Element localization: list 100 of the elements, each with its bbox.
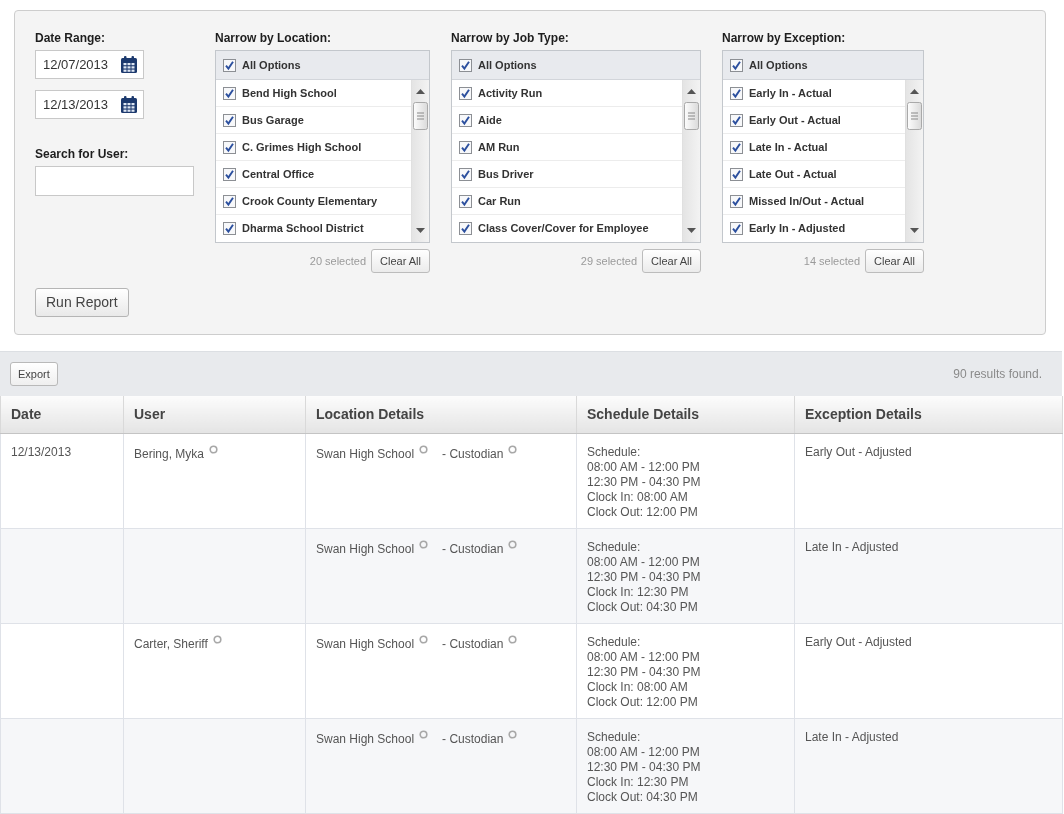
checkbox[interactable] bbox=[730, 140, 743, 154]
exception-cell: Early Out - Adjusted bbox=[794, 433, 1063, 528]
checkbox[interactable] bbox=[730, 167, 743, 181]
option-label[interactable]: Aide bbox=[478, 111, 502, 129]
checkbox[interactable] bbox=[730, 194, 743, 208]
exception-cell: Late In - Adjusted bbox=[794, 528, 1063, 623]
checkbox[interactable] bbox=[730, 222, 743, 235]
option-label[interactable]: Bend High School bbox=[242, 84, 337, 102]
selected-count: 14 selected bbox=[803, 253, 861, 269]
option-label[interactable]: Class Cover/Cover for Employee bbox=[478, 220, 649, 237]
column-header: Schedule Details bbox=[576, 396, 795, 433]
date-input[interactable]: 12/13/2013 bbox=[43, 94, 117, 115]
schedule-line: 08:00 AM - 12:00 PM bbox=[587, 649, 700, 665]
checkbox[interactable] bbox=[223, 167, 236, 181]
user-search-field[interactable] bbox=[35, 166, 194, 196]
selected-count: 20 selected bbox=[309, 253, 367, 269]
scrollbar-thumb[interactable] bbox=[907, 102, 922, 130]
scrollbar-thumb[interactable] bbox=[684, 102, 699, 130]
option-label[interactable]: Bus Driver bbox=[478, 165, 534, 183]
date-cell: 12/13/2013 bbox=[0, 433, 124, 528]
location-name: Swan High School bbox=[316, 731, 415, 746]
schedule-line: Clock In: 08:00 AM bbox=[587, 679, 688, 695]
scroll-down-arrow-icon[interactable] bbox=[910, 228, 919, 233]
scrollbar-track[interactable] bbox=[905, 80, 923, 242]
checkbox[interactable] bbox=[730, 58, 743, 72]
checkbox[interactable] bbox=[459, 113, 472, 127]
checkbox[interactable] bbox=[223, 113, 236, 127]
option-label[interactable]: Crook County Elementary bbox=[242, 192, 378, 210]
schedule-line: Schedule: bbox=[587, 634, 641, 650]
scroll-up-arrow-icon[interactable] bbox=[416, 89, 425, 94]
date-range-label: Date Range: bbox=[35, 30, 105, 46]
scrollbar-track[interactable] bbox=[682, 80, 700, 242]
calendar-icon[interactable] bbox=[121, 56, 137, 73]
option-label[interactable]: Early Out - Actual bbox=[749, 111, 841, 129]
schedule-line: 12:30 PM - 04:30 PM bbox=[587, 569, 701, 585]
option-label[interactable]: All Options bbox=[749, 56, 808, 74]
checkbox[interactable] bbox=[459, 194, 472, 208]
user-name: Bering, Myka bbox=[134, 446, 205, 461]
schedule-line: 08:00 AM - 12:00 PM bbox=[587, 554, 700, 570]
option-label[interactable]: Early In - Actual bbox=[749, 84, 832, 102]
clear-all-button[interactable]: Clear All bbox=[371, 249, 430, 273]
checkbox[interactable] bbox=[223, 58, 236, 72]
date-field[interactable]: 12/13/2013 bbox=[35, 90, 144, 119]
scroll-up-arrow-icon[interactable] bbox=[687, 89, 696, 94]
checkbox[interactable] bbox=[223, 86, 236, 100]
option-label[interactable]: Bus Garage bbox=[242, 111, 304, 129]
checkbox[interactable] bbox=[223, 194, 236, 208]
column-header: Exception Details bbox=[794, 396, 1063, 433]
option-label[interactable]: Activity Run bbox=[478, 84, 543, 102]
schedule-line: Schedule: bbox=[587, 539, 641, 555]
checkbox[interactable] bbox=[459, 86, 472, 100]
schedule-line: Clock Out: 12:00 PM bbox=[587, 504, 698, 520]
option-label[interactable]: AM Run bbox=[478, 138, 520, 156]
checkbox[interactable] bbox=[223, 140, 236, 154]
schedule-line: 08:00 AM - 12:00 PM bbox=[587, 459, 700, 475]
column-header: Location Details bbox=[305, 396, 577, 433]
location-name: Swan High School bbox=[316, 636, 415, 651]
option-label[interactable]: Early In - Adjusted bbox=[749, 220, 846, 237]
schedule-line: Clock Out: 12:00 PM bbox=[587, 694, 698, 710]
schedule-line: 08:00 AM - 12:00 PM bbox=[587, 744, 700, 760]
checkbox[interactable] bbox=[459, 167, 472, 181]
calendar-icon[interactable] bbox=[121, 96, 137, 113]
scroll-down-arrow-icon[interactable] bbox=[416, 228, 425, 233]
clear-all-button[interactable]: Clear All bbox=[642, 249, 701, 273]
search-user-label: Search for User: bbox=[35, 146, 129, 162]
user-name: Carter, Sheriff bbox=[134, 636, 208, 651]
filter-label: Narrow by Location: bbox=[215, 30, 331, 46]
column-header: User bbox=[123, 396, 306, 433]
schedule-line: Schedule: bbox=[587, 444, 641, 460]
schedule-line: Clock In: 12:30 PM bbox=[587, 774, 689, 790]
run-report-button[interactable]: Run Report bbox=[35, 288, 129, 317]
checkbox[interactable] bbox=[459, 58, 472, 72]
scrollbar-thumb[interactable] bbox=[413, 102, 428, 130]
date-field[interactable]: 12/07/2013 bbox=[35, 50, 144, 79]
option-label[interactable]: Dharma School District bbox=[242, 220, 364, 237]
clear-all-button[interactable]: Clear All bbox=[865, 249, 924, 273]
option-label[interactable]: All Options bbox=[242, 56, 301, 74]
filter-label: Narrow by Exception: bbox=[722, 30, 846, 46]
option-label[interactable]: Car Run bbox=[478, 192, 521, 210]
option-label[interactable]: Late Out - Actual bbox=[749, 165, 837, 183]
option-label[interactable]: Missed In/Out - Actual bbox=[749, 192, 865, 210]
schedule-line: 12:30 PM - 04:30 PM bbox=[587, 664, 701, 680]
checkbox[interactable] bbox=[730, 86, 743, 100]
exception-cell: Early Out - Adjusted bbox=[794, 623, 1063, 718]
date-input[interactable]: 12/07/2013 bbox=[43, 54, 117, 75]
checkbox[interactable] bbox=[459, 222, 472, 235]
export-button[interactable]: Export bbox=[10, 362, 58, 386]
option-label[interactable]: C. Grimes High School bbox=[242, 138, 362, 156]
checkbox[interactable] bbox=[223, 222, 236, 235]
scrollbar-track[interactable] bbox=[411, 80, 429, 242]
checkbox[interactable] bbox=[730, 113, 743, 127]
option-label[interactable]: Late In - Actual bbox=[749, 138, 828, 156]
option-label[interactable]: All Options bbox=[478, 56, 537, 74]
job-name: - Custodian bbox=[442, 446, 504, 461]
scroll-down-arrow-icon[interactable] bbox=[687, 228, 696, 233]
option-label[interactable]: Central Office bbox=[242, 165, 315, 183]
schedule-line: Clock Out: 04:30 PM bbox=[587, 599, 698, 615]
scroll-up-arrow-icon[interactable] bbox=[910, 89, 919, 94]
checkbox[interactable] bbox=[459, 140, 472, 154]
schedule-line: Clock In: 08:00 AM bbox=[587, 489, 688, 505]
